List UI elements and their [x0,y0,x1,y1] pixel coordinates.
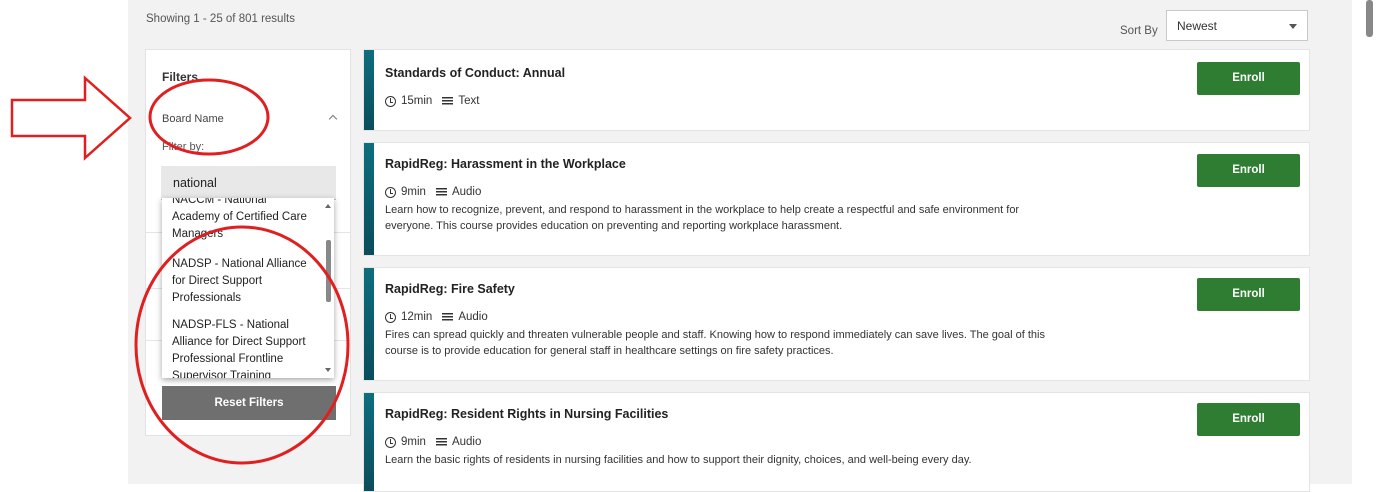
card-accent [364,268,374,380]
board-option[interactable]: NACCM - National Academy of Certified Ca… [172,198,312,243]
page-scrollbar[interactable] [1366,0,1373,37]
results-count: Showing 1 - 25 of 801 results [146,13,295,25]
enroll-button[interactable]: Enroll [1197,62,1300,95]
course-title[interactable]: Standards of Conduct: Annual [385,66,565,80]
sort-label: Sort By [1120,25,1158,37]
card-accent [364,393,374,491]
card-accent [364,143,374,255]
course-format: Text [458,95,480,107]
clock-icon [385,436,396,448]
scroll-up-icon[interactable] [325,204,331,208]
sort-select[interactable]: Newest [1166,10,1308,41]
course-duration: 9min [401,186,426,198]
course-meta: 15min Text [385,95,479,107]
course-card: RapidReg: Harassment in the Workplace 9m… [363,142,1310,256]
course-description: Learn the basic rights of residents in n… [385,454,972,466]
course-title[interactable]: RapidReg: Resident Rights in Nursing Fac… [385,407,668,421]
text-format-icon [442,312,454,322]
chevron-up-icon[interactable] [328,114,338,124]
filter-by-label: Filter by: [162,141,205,153]
clock-icon [385,95,396,107]
board-options-dropdown[interactable]: NACCM - National Academy of Certified Ca… [162,198,334,378]
board-search-input[interactable] [161,166,336,200]
annotation-arrow [10,75,132,161]
course-format: Audio [451,186,482,198]
dropdown-scrollbar[interactable] [326,240,331,302]
course-card: Standards of Conduct: Annual 15min Text … [363,49,1310,131]
enroll-button[interactable]: Enroll [1197,403,1300,436]
course-meta: 9min Audio [385,436,481,448]
board-option[interactable]: NADSP - National Alliance for Direct Sup… [172,256,312,307]
chevron-down-icon [1289,24,1297,29]
scroll-down-icon[interactable] [325,368,331,372]
course-meta: 12min Audio [385,311,488,323]
course-card: RapidReg: Fire Safety 12min Audio Fires … [363,267,1310,381]
board-name-toggle[interactable]: Board Name [162,113,224,125]
card-accent [364,50,374,130]
text-format-icon [435,437,447,447]
course-title[interactable]: RapidReg: Fire Safety [385,282,515,296]
clock-icon [385,186,396,198]
course-format: Audio [451,436,482,448]
sort-select-value: Newest [1177,19,1218,33]
text-format-icon [435,187,447,197]
clock-icon [385,311,396,323]
course-duration: 12min [401,311,433,323]
course-description: Fires can spread quickly and threaten vu… [385,329,1045,357]
course-card: RapidReg: Resident Rights in Nursing Fac… [363,392,1310,492]
course-description: Learn how to recognize, prevent, and res… [385,204,1020,232]
board-option[interactable]: NADSP-FLS - National Alliance for Direct… [172,317,312,378]
course-title[interactable]: RapidReg: Harassment in the Workplace [385,157,626,171]
enroll-button[interactable]: Enroll [1197,278,1300,311]
course-meta: 9min Audio [385,186,481,198]
course-duration: 15min [401,95,433,107]
text-format-icon [442,96,454,106]
course-format: Audio [458,311,488,323]
reset-filters-button[interactable]: Reset Filters [162,386,336,420]
course-duration: 9min [401,436,426,448]
enroll-button[interactable]: Enroll [1197,154,1300,187]
filters-title: Filters [162,70,199,84]
